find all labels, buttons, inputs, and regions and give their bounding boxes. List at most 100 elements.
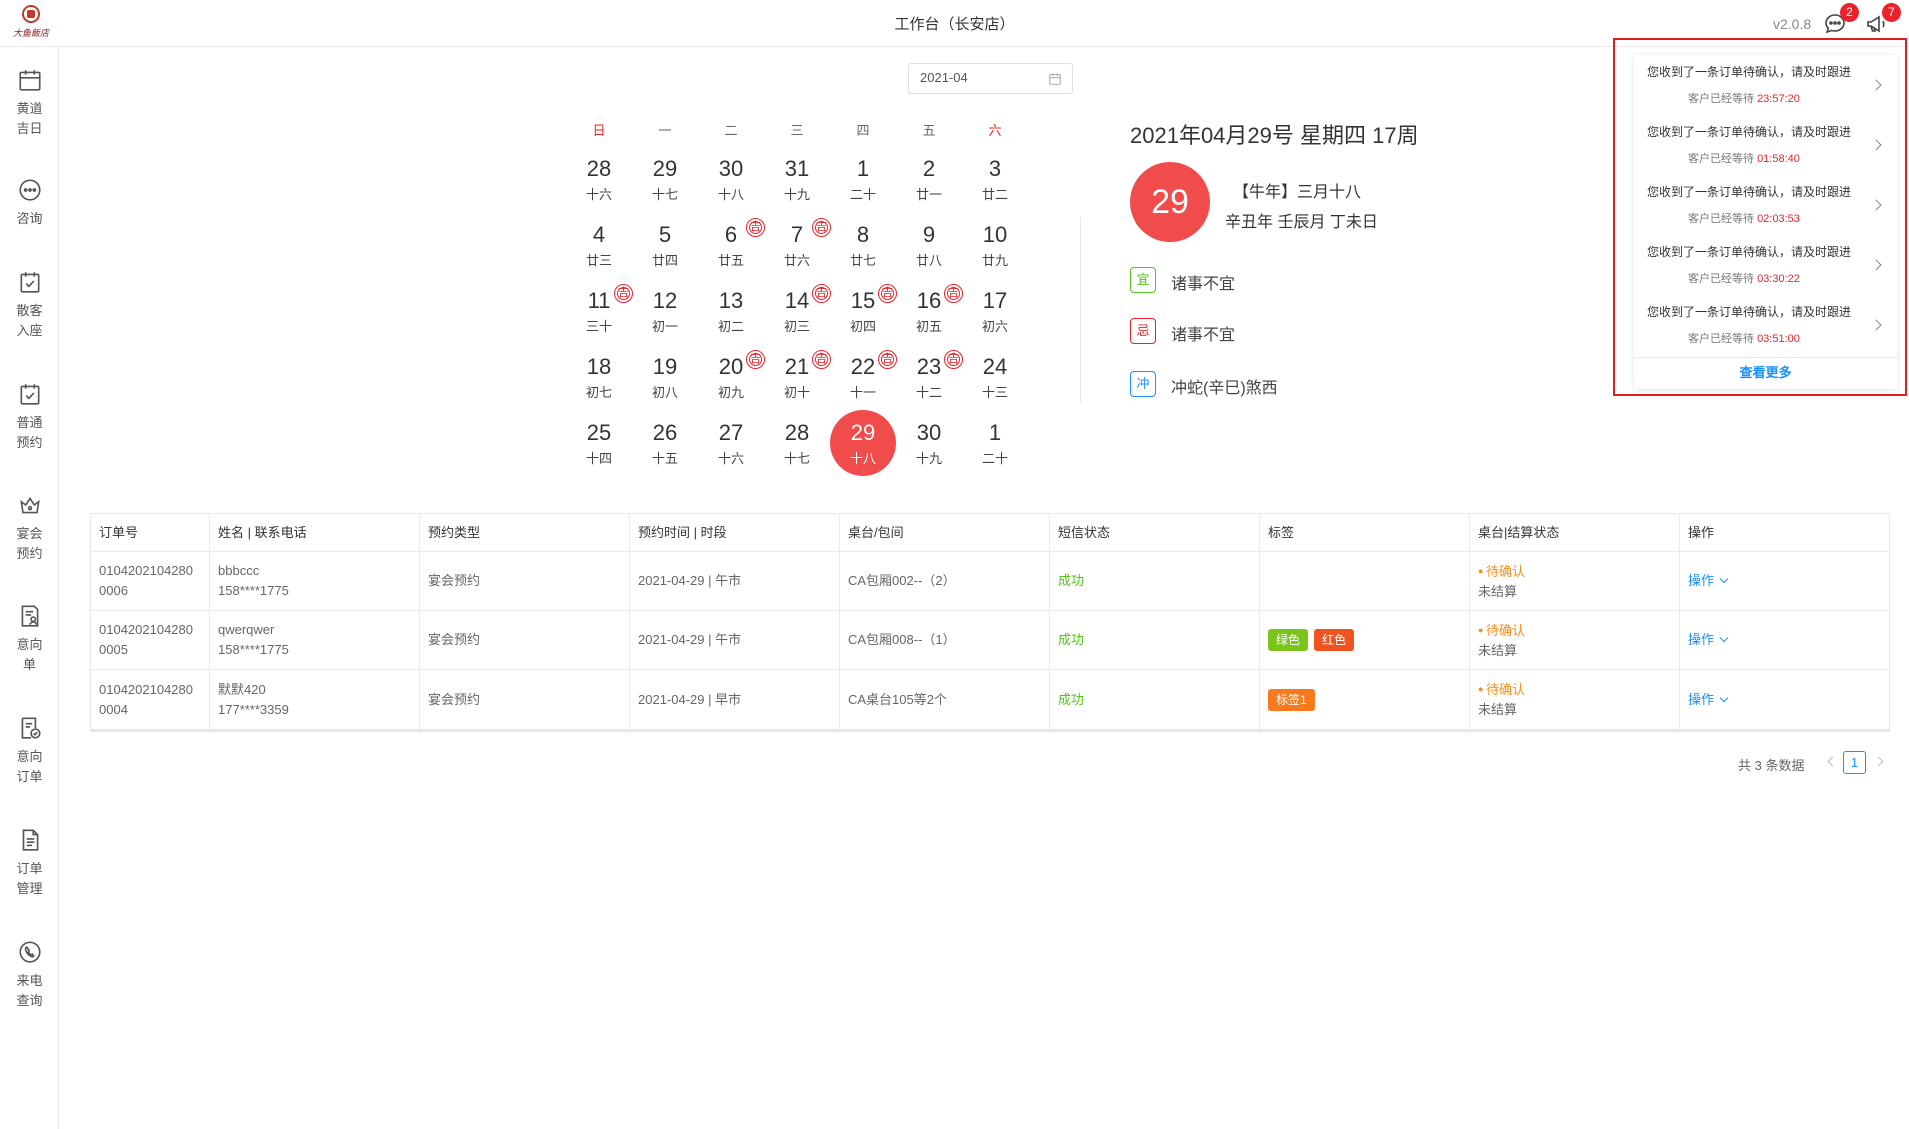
tag-pill: 标签1	[1268, 688, 1315, 711]
lunar-date: 【牛年】三月十八	[1233, 184, 1362, 201]
operation-dropdown[interactable]: 操作	[1688, 630, 1881, 650]
calendar-day[interactable]: 20 初九吉	[698, 344, 765, 410]
calendar-day[interactable]: 10 廿九	[962, 212, 1028, 278]
lunar-day: 初八	[651, 385, 678, 400]
calendar-day[interactable]: 26 十五	[632, 410, 698, 476]
sidebar-item-banquet-booking[interactable]: 宴会 预约	[0, 492, 59, 564]
calendar-day[interactable]: 17 初六	[962, 278, 1028, 344]
day-number: 18	[586, 354, 612, 379]
calendar-day[interactable]: 31 十九	[764, 146, 830, 212]
calendar-day[interactable]: 15 初四吉	[830, 278, 897, 344]
sidebar-item-walkin[interactable]: 散客 入座	[0, 269, 59, 341]
calendar-day[interactable]: 16 初五吉	[896, 278, 963, 344]
notification-title: 您收到了一条订单待确认，请及时跟进	[1647, 305, 1852, 319]
calendar-day[interactable]: 13 初二	[698, 278, 764, 344]
table-row[interactable]: 0104202104280 0004 默默420 177****3359 宴会预约 …	[91, 670, 1889, 729]
auspicious-badge: 吉	[878, 350, 897, 369]
view-more-link[interactable]: 查看更多	[1634, 357, 1897, 389]
weekday-label: 五	[922, 123, 936, 138]
calendar-day[interactable]: 9 廿八	[896, 212, 962, 278]
calendar-day[interactable]: 29 十七	[632, 146, 698, 212]
day-number: 4	[592, 222, 606, 247]
prev-page-icon[interactable]	[1827, 756, 1838, 767]
auspicious-badge: 吉	[878, 284, 897, 303]
calendar-day[interactable]: 1 二十	[830, 146, 896, 212]
calendar-day[interactable]: 1 二十	[962, 410, 1028, 476]
message-button[interactable]: 2	[1823, 3, 1859, 38]
calendar-day[interactable]: 25 十四	[566, 410, 632, 476]
lunar-day: 初二	[717, 319, 744, 334]
table-room: CA包厢008--（1）	[840, 611, 1050, 669]
month-input[interactable]	[920, 70, 1040, 85]
booking-time: 2021-04-29 | 午市	[630, 552, 840, 610]
sidebar-item-intent-order[interactable]: 意向 订单	[0, 715, 59, 787]
calendar-day[interactable]: 11 三十吉	[566, 278, 633, 344]
page-title: 工作台（长安店）	[894, 16, 1015, 33]
calendar-day[interactable]: 30 十八	[698, 146, 764, 212]
lunar-day: 十九	[783, 187, 810, 202]
tag-pill: 红色	[1314, 629, 1355, 651]
column-header: 标签	[1260, 514, 1470, 551]
table-row[interactable]: 0104202104280 0006 bbbccc 158****1775 宴会预约…	[91, 552, 1889, 611]
weekday-label: 日	[592, 123, 606, 138]
document-icon	[22, 829, 38, 851]
day-number: 5	[658, 222, 672, 247]
notice-button[interactable]: 7	[1865, 3, 1901, 38]
calendar-day[interactable]: 14 初三吉	[764, 278, 831, 344]
operation-dropdown[interactable]: 操作	[1688, 571, 1881, 591]
calendar-day[interactable]: 3 廿二	[962, 146, 1028, 212]
day-number: 1	[856, 156, 870, 181]
calendar-day[interactable]: 19 初八	[632, 344, 698, 410]
operation-dropdown[interactable]: 操作	[1688, 690, 1881, 710]
sidebar-item-label: 咨询	[16, 211, 43, 226]
table-row[interactable]: 0104202104280 0005 qwerqwer 158****1775 宴会…	[91, 611, 1889, 670]
page-1-button[interactable]: 1	[1843, 751, 1866, 774]
phone-icon	[18, 941, 41, 963]
calendar-day[interactable]: 28 十六	[566, 146, 632, 212]
sidebar-item-intent[interactable]: 意向 单	[0, 603, 59, 675]
calendar-day[interactable]: 12 初一	[632, 278, 698, 344]
notification-item[interactable]: 您收到了一条订单待确认，请及时跟进 客户已经等待 02:03:53	[1634, 175, 1897, 235]
calendar-day[interactable]: 21 初十吉	[764, 344, 831, 410]
notification-item[interactable]: 您收到了一条订单待确认，请及时跟进 客户已经等待 03:51:00	[1634, 295, 1897, 355]
notification-item[interactable]: 您收到了一条订单待确认，请及时跟进 客户已经等待 01:58:40	[1634, 115, 1897, 175]
column-header: 短信状态	[1050, 514, 1260, 551]
calendar-day[interactable]: 4 廿三	[566, 212, 632, 278]
calendar-day[interactable]: 7 廿六吉	[764, 212, 831, 278]
status-cell: 待确认未结算	[1470, 611, 1680, 669]
sidebar-item-huangdao[interactable]: 黄道 吉日	[0, 67, 59, 139]
notification-item[interactable]: 您收到了一条订单待确认，请及时跟进 客户已经等待 03:30:22	[1634, 235, 1897, 295]
calendar-day[interactable]: 6 廿五吉	[698, 212, 765, 278]
calendar-day[interactable]: 8 廿七	[830, 212, 896, 278]
wait-label: 客户已经等待	[1688, 93, 1758, 105]
sidebar: 黄道 吉日 咨询 散客 入座 普通 预约 宴会 预约 意向 单 意向 订单 订单…	[0, 47, 59, 1129]
day-number: 27	[718, 420, 744, 445]
day-number: 30	[916, 420, 942, 445]
sidebar-item-call-lookup[interactable]: 来电 查询	[0, 939, 59, 1011]
day-number: 28	[586, 156, 612, 181]
notification-item[interactable]: 您收到了一条订单待确认，请及时跟进 客户已经等待 23:57:20	[1634, 55, 1897, 115]
calendar-day[interactable]: 24 十三	[962, 344, 1028, 410]
sidebar-item-consult[interactable]: 咨询	[0, 177, 59, 229]
day-number: 19	[652, 354, 678, 379]
calendar-day[interactable]: 30 十九	[896, 410, 962, 476]
sidebar-item-normal-booking[interactable]: 普通 预约	[0, 381, 59, 453]
month-picker[interactable]	[908, 63, 1073, 94]
calendar-day[interactable]: 29 十八	[830, 410, 896, 476]
sms-status: 成功	[1050, 552, 1260, 610]
calendar-day[interactable]: 5 廿四	[632, 212, 698, 278]
calendar-day[interactable]: 2 廿一	[896, 146, 962, 212]
customer-phone: 177****3359	[218, 701, 289, 717]
calendar-day[interactable]: 27 十六	[698, 410, 764, 476]
calendar-day[interactable]: 22 十一吉	[830, 344, 897, 410]
operation-label: 操作	[1688, 573, 1715, 588]
next-page-icon[interactable]	[1873, 756, 1884, 767]
calendar-day[interactable]: 28 十七	[764, 410, 830, 476]
column-header: 操作	[1688, 524, 1715, 540]
calendar-day[interactable]: 23 十二吉	[896, 344, 963, 410]
sidebar-item-order-management[interactable]: 订单 管理	[0, 827, 59, 899]
column-header: 桌台|结算状态	[1470, 514, 1680, 551]
calendar-day[interactable]: 18 初七	[566, 344, 632, 410]
order-number: 0104202104280	[99, 622, 193, 637]
auspicious-badge: 吉	[812, 218, 831, 237]
